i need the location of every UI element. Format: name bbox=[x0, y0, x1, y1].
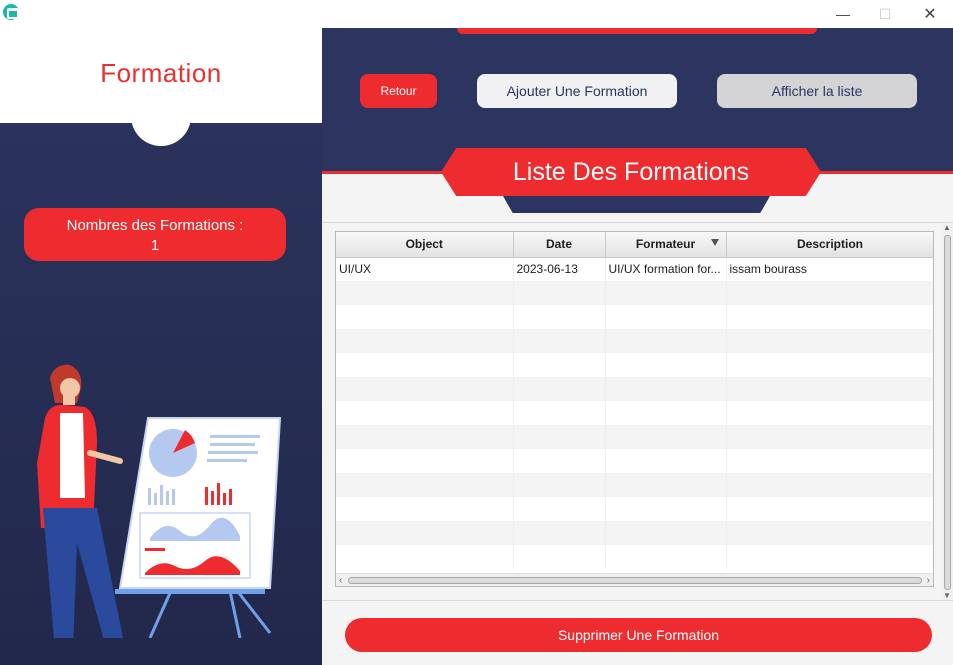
formation-count-label: Nombres des Formations : bbox=[66, 217, 244, 234]
vertical-scroll-thumb[interactable] bbox=[944, 235, 951, 590]
header-accent-bar bbox=[457, 28, 817, 34]
close-icon[interactable]: ✕ bbox=[907, 0, 953, 28]
table-row-empty bbox=[336, 521, 933, 545]
table-row-empty bbox=[336, 305, 933, 329]
horizontal-scrollbar[interactable]: ‹ › bbox=[336, 573, 933, 586]
divider bbox=[322, 222, 953, 223]
scroll-down-icon[interactable]: ▼ bbox=[943, 591, 951, 600]
table-row[interactable]: UI/UX 2023-06-13 UI/UX formation for... … bbox=[336, 257, 933, 281]
sidebar-title: Formation bbox=[100, 58, 222, 88]
table-row-empty bbox=[336, 425, 933, 449]
table-row-empty bbox=[336, 401, 933, 425]
app-icon bbox=[3, 4, 19, 20]
table-row-empty bbox=[336, 353, 933, 377]
table-row-empty bbox=[336, 449, 933, 473]
column-header-formateur[interactable]: Formateur bbox=[605, 232, 727, 258]
table-row-empty bbox=[336, 377, 933, 401]
column-header-object[interactable]: Object bbox=[336, 232, 514, 258]
table-row-empty bbox=[336, 497, 933, 521]
formation-count-value: 1 bbox=[150, 237, 160, 254]
footer-divider bbox=[322, 600, 953, 601]
formation-count-badge: Nombres des Formations : 1 bbox=[24, 208, 286, 261]
table-row-empty bbox=[336, 545, 933, 569]
sidebar-header-notch bbox=[131, 116, 191, 146]
delete-formation-button[interactable]: Supprimer Une Formation bbox=[345, 618, 932, 652]
table-row-empty bbox=[336, 473, 933, 497]
formations-table[interactable]: Object Date Formateur Description UI/UX … bbox=[335, 231, 934, 587]
back-button[interactable]: Retour bbox=[360, 74, 437, 108]
maximize-icon[interactable]: ☐ bbox=[862, 0, 908, 28]
scroll-up-icon[interactable]: ▲ bbox=[943, 223, 951, 232]
scroll-right-icon[interactable]: › bbox=[927, 574, 930, 586]
sort-descending-icon bbox=[710, 239, 719, 246]
show-list-button[interactable]: Afficher la liste bbox=[717, 74, 917, 108]
presentation-illustration bbox=[37, 364, 282, 638]
column-header-formateur-label: Formateur bbox=[635, 237, 696, 252]
minimize-icon[interactable]: — bbox=[820, 0, 866, 28]
column-header-description[interactable]: Description bbox=[726, 232, 933, 258]
column-header-date[interactable]: Date bbox=[513, 232, 606, 258]
title-bar: — ☐ ✕ bbox=[0, 0, 953, 28]
add-formation-button[interactable]: Ajouter Une Formation bbox=[477, 74, 677, 108]
scroll-left-icon[interactable]: ‹ bbox=[339, 574, 342, 586]
table-cell: 2023-06-13 bbox=[513, 257, 606, 281]
sidebar: Formation Nombres des Formations : 1 bbox=[0, 28, 322, 665]
table-cell: issam bourass bbox=[726, 257, 933, 281]
table-cell: UI/UX bbox=[336, 257, 514, 281]
vertical-scrollbar[interactable]: ▲ ▼ bbox=[942, 223, 953, 600]
table-row-empty bbox=[336, 281, 933, 305]
horizontal-scroll-thumb[interactable] bbox=[348, 577, 922, 584]
page-title: Liste Des Formations bbox=[441, 148, 821, 196]
table-row-empty bbox=[336, 329, 933, 353]
table-cell: UI/UX formation for... bbox=[605, 257, 727, 281]
